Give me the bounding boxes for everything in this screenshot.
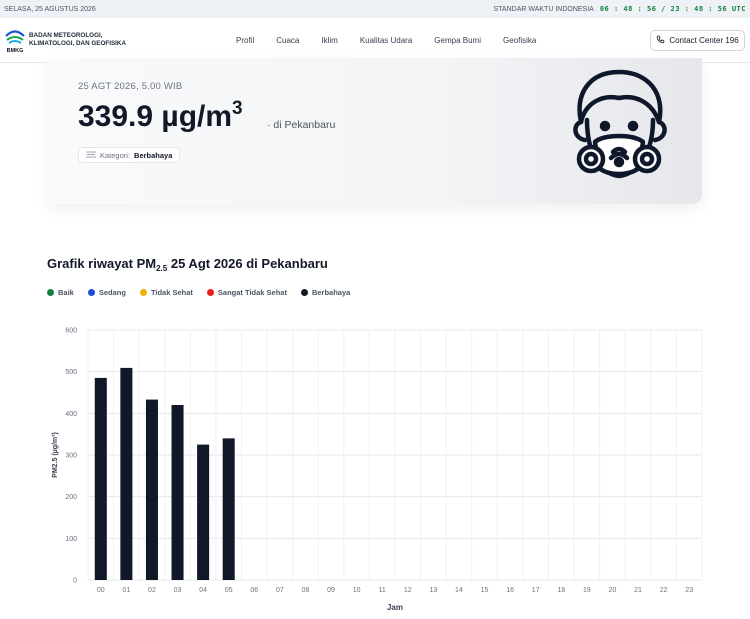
x-tick-label: 13 <box>429 587 437 594</box>
legend-item-berbahaya[interactable]: Berbahaya <box>300 288 351 297</box>
nav-item-geofisika[interactable]: Geofisika <box>503 36 536 45</box>
nav-item-iklim[interactable]: Iklim <box>321 36 337 45</box>
x-tick-label: 00 <box>97 587 105 594</box>
x-tick-label: 02 <box>148 587 156 594</box>
x-tick-label: 16 <box>506 587 514 594</box>
pm25-history-chart: 0 100 200 300 400 500 600 00 01 02 03 04 05 06 07 08 09 1… <box>52 328 703 612</box>
x-tick-label: 11 <box>379 587 386 594</box>
chart-legend: Baik Sedang Tidak Sehat Sangat Tidak Seh… <box>47 288 364 297</box>
legend-dot <box>206 289 214 296</box>
haze-icon <box>86 151 96 160</box>
clock: 06 : 48 : 56 / 23 : 48 : 56 UTC <box>599 5 746 13</box>
top-info-bar: SELASA, 25 AGUSTUS 2026 STANDAR WAKTU IN… <box>0 0 750 18</box>
y-tick-label: 200 <box>65 494 77 501</box>
logo-text: BMKG <box>7 48 24 54</box>
phone-icon <box>656 35 665 46</box>
current-date: SELASA, 25 AGUSTUS 2026 <box>4 5 96 13</box>
chart-title-post: 25 Agt 2026 di Pekanbaru <box>167 256 328 271</box>
category-label: Kategori: <box>100 150 131 160</box>
x-axis-label: Jam <box>387 603 403 612</box>
legend-item-tidak-sehat[interactable]: Tidak Sehat <box>139 288 193 297</box>
x-tick-label: 15 <box>481 587 489 594</box>
y-tick-label: 500 <box>65 369 77 376</box>
bar-hour-00 <box>94 377 107 580</box>
legend-label: Tidak Sehat <box>150 288 193 297</box>
nav-item-gempa-bumi[interactable]: Gempa Bumi <box>434 36 481 45</box>
bmkg-logo-icon: BMKG <box>4 26 26 54</box>
y-tick-label: 100 <box>65 536 77 543</box>
legend-item-baik[interactable]: Baik <box>47 288 74 297</box>
nav-item-cuaca[interactable]: Cuaca <box>276 36 299 45</box>
y-tick-label: 600 <box>65 328 77 335</box>
x-tick-label: 03 <box>174 587 182 594</box>
legend-item-sedang[interactable]: Sedang <box>87 288 126 297</box>
x-tick-label: 09 <box>327 587 335 594</box>
bar-hour-03 <box>171 405 184 580</box>
contact-center-label: Contact Center 196 <box>669 36 739 45</box>
x-tick-label: 01 <box>122 587 130 594</box>
brand-name-line2: KLIMATOLOGI, DAN GEOFISIKA <box>29 40 127 47</box>
legend-item-sangat-tidak-sehat[interactable]: Sangat Tidak Sehat <box>206 288 287 297</box>
y-tick-label: 0 <box>73 578 77 585</box>
x-tick-label: 19 <box>583 587 591 594</box>
time-display: STANDAR WAKTU INDONESIA 06 : 48 : 56 / 2… <box>494 5 747 13</box>
legend-dot <box>139 289 147 296</box>
y-tick-label: 400 <box>65 411 77 418</box>
pm25-unit-exponent: 3 <box>232 98 243 119</box>
nav-item-profil[interactable]: Profil <box>236 36 254 45</box>
x-tick-label: 23 <box>685 587 693 594</box>
chart-title-sub: 2.5 <box>156 264 168 273</box>
main-navbar: BMKG BADAN METEOROLOGI, KLIMATOLOGI, DAN… <box>0 18 750 63</box>
x-tick-label: 12 <box>404 587 412 594</box>
pm25-value-text: 339.9 µg/m <box>78 100 233 133</box>
measurement-time: 25 AGT 2026, 5.00 WIB <box>78 81 183 92</box>
bar-hour-05 <box>222 438 235 580</box>
x-tick-label: 17 <box>532 587 540 594</box>
contact-center-button[interactable]: Contact Center 196 <box>650 30 745 51</box>
brand-home-link[interactable]: BMKG BADAN METEOROLOGI, KLIMATOLOGI, DAN… <box>4 26 126 54</box>
bar-hour-02 <box>145 399 158 580</box>
chart-title: Grafik riwayat PM2.5 25 Agt 2026 di Peka… <box>47 256 328 273</box>
x-tick-label: 20 <box>609 587 617 594</box>
current-aqi-card: 25 AGT 2026, 5.00 WIB 339.9 µg/m3 · di P… <box>47 58 702 204</box>
y-tick-label: 300 <box>65 453 77 460</box>
legend-label: Berbahaya <box>311 288 351 297</box>
x-tick-label: 22 <box>660 587 668 594</box>
x-tick-label: 21 <box>634 587 642 594</box>
category-badge: Kategori: Berbahaya <box>78 147 181 163</box>
legend-dot <box>87 289 95 296</box>
legend-label: Sedang <box>98 288 126 297</box>
legend-dot <box>300 289 308 296</box>
legend-dot <box>47 289 54 296</box>
legend-label: Baik <box>58 288 74 297</box>
bar-hour-01 <box>120 367 133 580</box>
legend-label: Sangat Tidak Sehat <box>217 288 287 297</box>
bar-hour-04 <box>197 444 210 580</box>
x-tick-label: 14 <box>455 587 463 594</box>
x-tick-label: 18 <box>557 587 565 594</box>
y-axis-label: PM2.5 (µg/m³) <box>52 432 59 478</box>
x-tick-label: 05 <box>225 587 233 594</box>
category-value: Berbahaya <box>134 150 173 160</box>
location-label: · di Pekanbaru <box>267 119 336 131</box>
x-tick-label: 04 <box>199 587 207 594</box>
x-tick-label: 10 <box>353 587 361 594</box>
brand-name-line1: BADAN METEOROLOGI, <box>29 32 103 39</box>
gas-mask-face-icon <box>567 64 672 184</box>
nav-links: Profil Cuaca Iklim Kualitas Udara Gempa … <box>236 18 558 63</box>
pm25-value: 339.9 µg/m3 <box>78 98 243 134</box>
x-tick-label: 08 <box>302 587 310 594</box>
nav-item-kualitas-udara[interactable]: Kualitas Udara <box>360 36 412 45</box>
x-tick-label: 06 <box>250 587 258 594</box>
timezone-label: STANDAR WAKTU INDONESIA <box>493 5 594 13</box>
chart-title-pre: Grafik riwayat PM <box>47 256 157 271</box>
x-tick-label: 07 <box>276 587 284 594</box>
brand-name: BADAN METEOROLOGI, KLIMATOLOGI, DAN GEOF… <box>29 32 126 48</box>
